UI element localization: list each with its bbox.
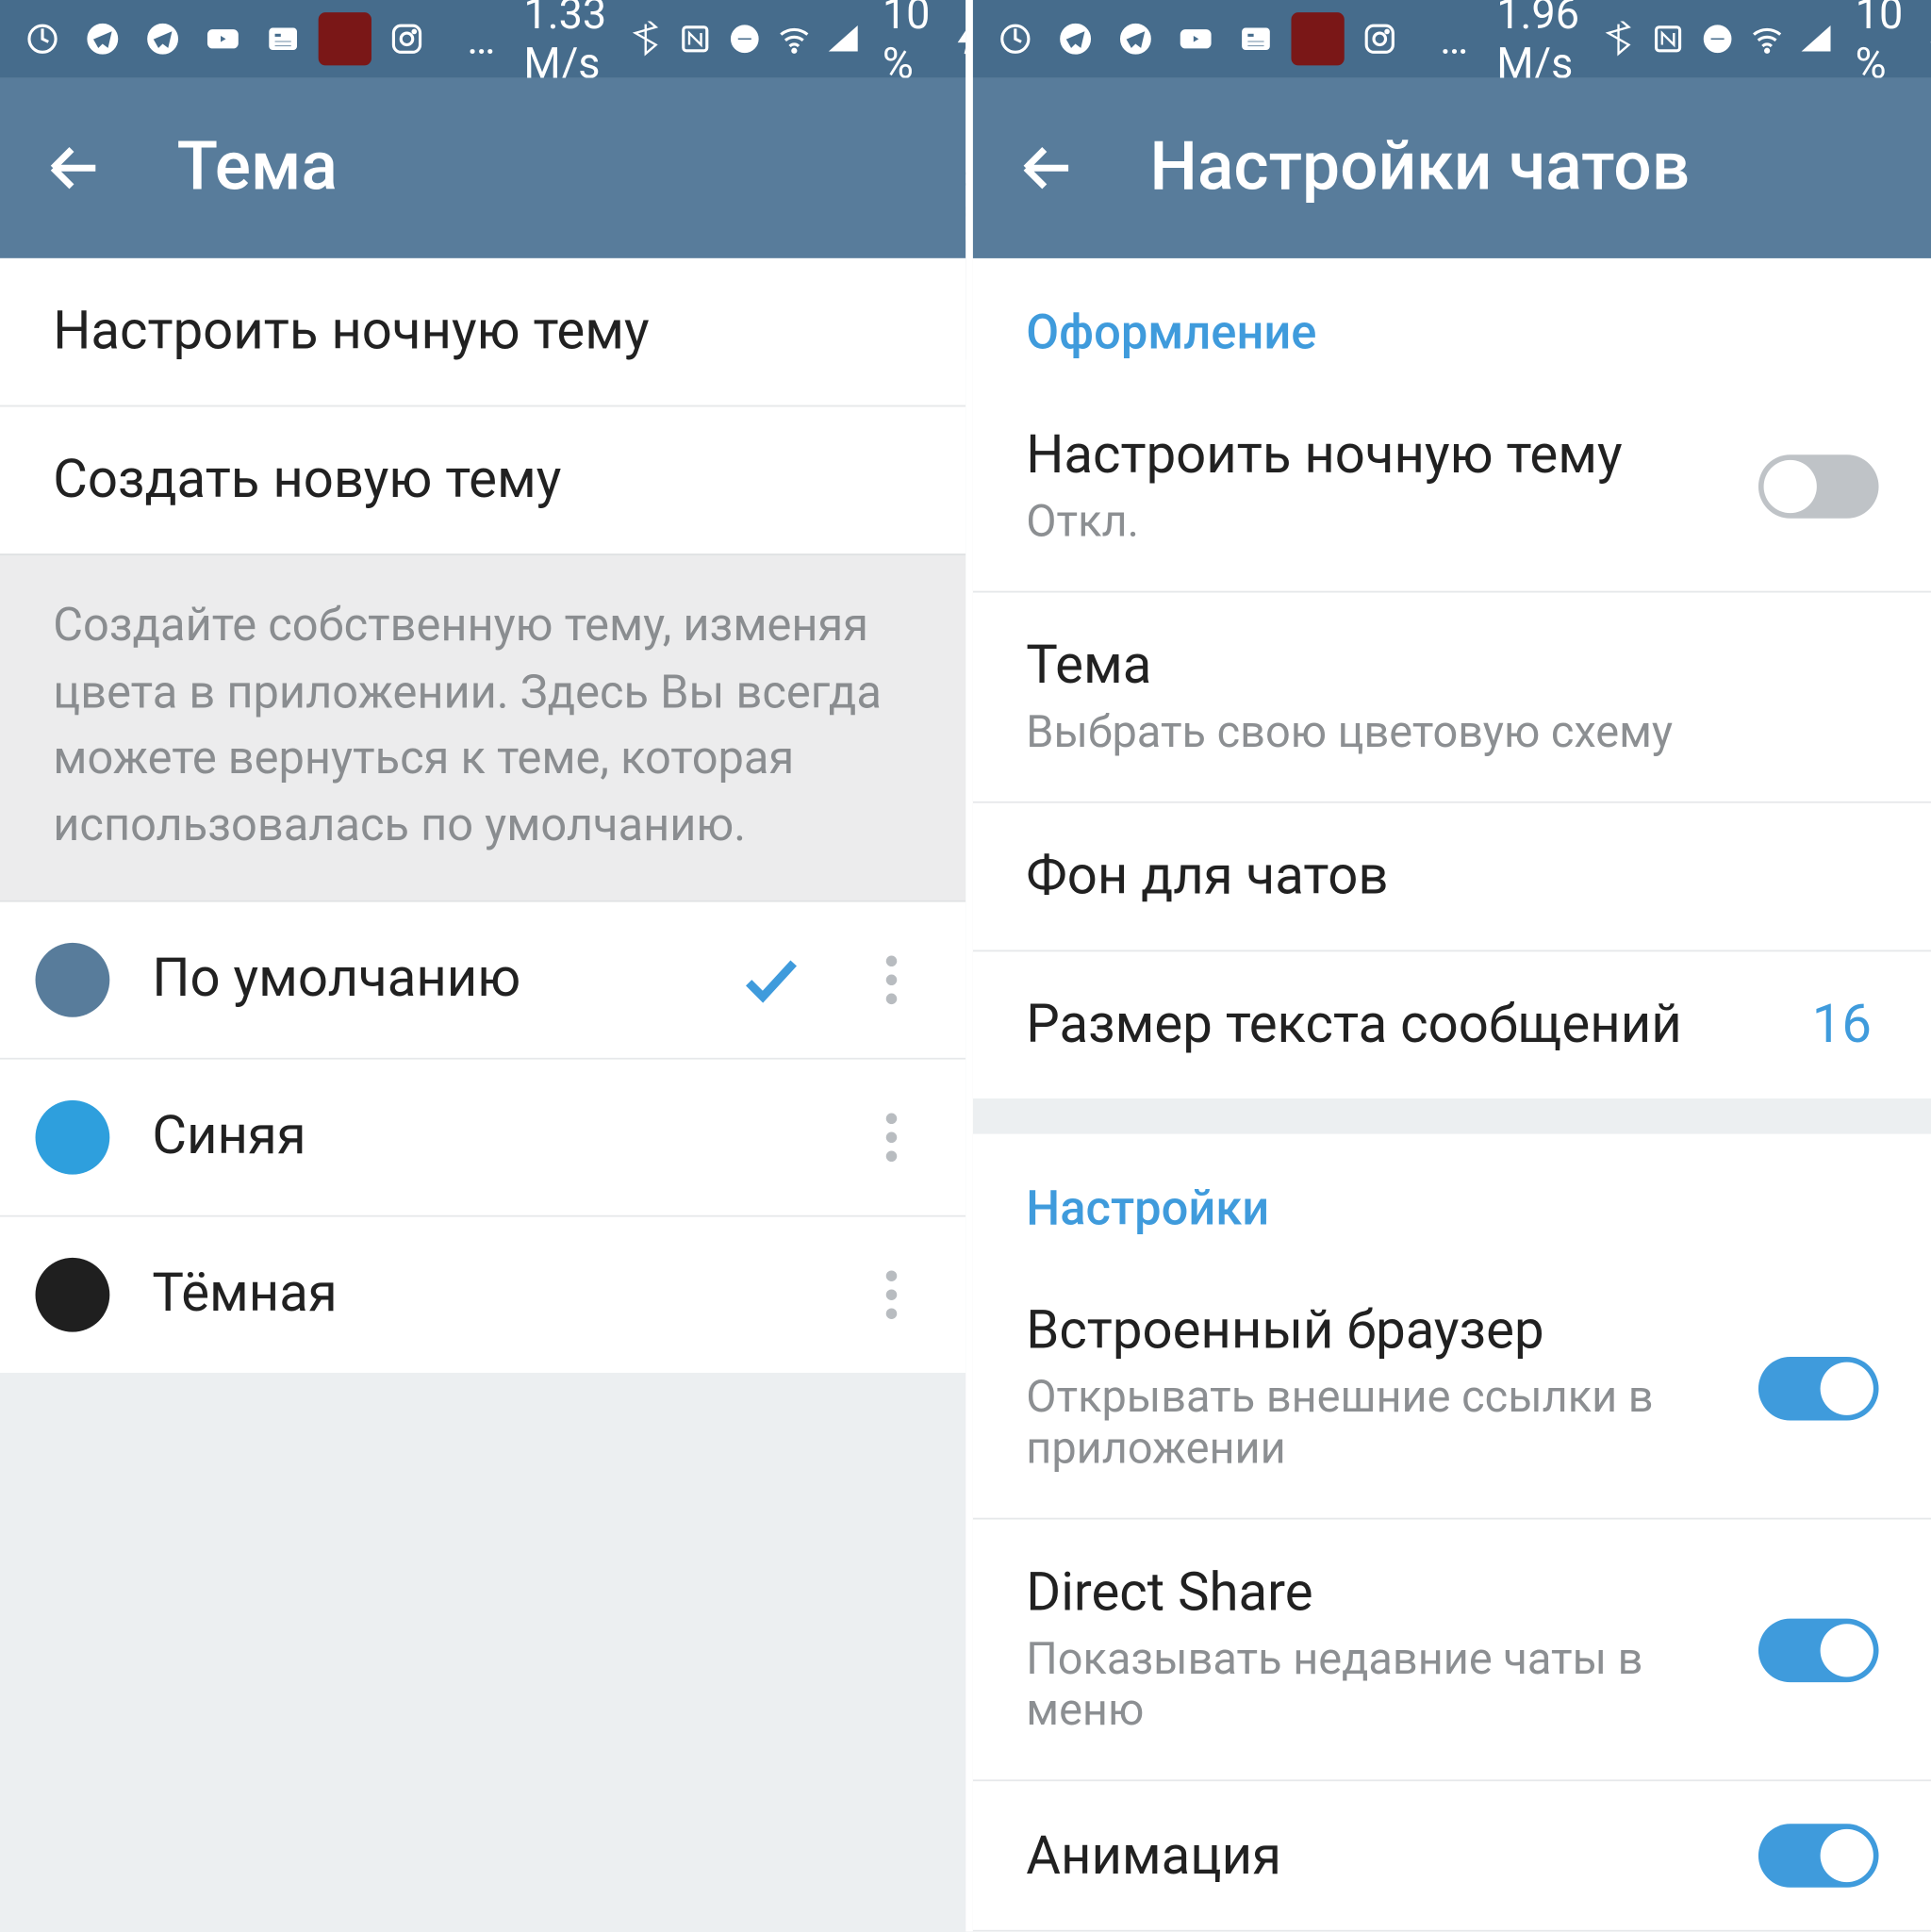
row-label: Анимация [1026,1825,1716,1887]
create-new-theme[interactable]: Создать новую тему [0,406,966,553]
section-gap [973,1098,1931,1134]
night-theme-toggle[interactable] [1758,454,1879,519]
color-swatch [36,1257,110,1331]
telegram-icon-2 [138,14,188,64]
row-label: Настроить ночную тему [53,301,913,363]
theme-row-default[interactable]: По умолчанию [0,901,966,1059]
row-sub: Откл. [1026,497,1716,548]
direct-share-row[interactable]: Direct Share Показывать недавние чаты в … [973,1519,1931,1781]
app-badge-icon [319,12,371,65]
row-label: Direct Share [1026,1562,1716,1625]
content: Настроить ночную тему Создать новую тему… [0,258,966,1932]
status-tray-left [991,12,1405,65]
theme-label: Синяя [152,1106,810,1168]
nfc-icon [1650,14,1686,64]
telegram-icon [1050,14,1100,64]
app-bar: Тема [0,78,966,258]
dnd-icon [1700,14,1736,64]
net-speed: 1.96 M/s [1496,0,1579,89]
wifi-icon [1749,14,1785,64]
arrow-left-icon [1015,136,1080,200]
screen-chat-settings: … 1.96 M/s 10 % 22:26 Настройки чатов Оф… [966,0,1931,1932]
theme-row-blue[interactable]: Синяя [0,1059,966,1216]
screen-theme: … 1.33 M/s 10 % 22:26 Тема Настроить ноч… [0,0,966,1932]
animation-row[interactable]: Анимация [973,1781,1931,1931]
message-text-size-row[interactable]: Размер текста сообщений 16 [973,951,1931,1098]
theme-row[interactable]: Тема Выбрать свою цветовую схему [973,592,1931,802]
direct-share-toggle[interactable] [1758,1618,1879,1682]
helper-text: Создайте собственную тему, изменяя цвета… [0,553,966,901]
status-more-icon: … [467,14,495,64]
dnd-icon [727,14,763,64]
signal-icon [1799,14,1835,64]
back-button[interactable] [1008,129,1086,207]
row-label: Создать новую тему [53,450,913,512]
builtin-browser-toggle[interactable] [1758,1356,1879,1420]
news-icon [1231,14,1281,64]
row-sub: Открывать внешние ссылки в приложении [1026,1373,1716,1476]
row-sub: Показывать недавние чаты в меню [1026,1634,1716,1737]
bluetooth-icon [628,14,664,64]
tiktok-icon [18,14,68,64]
net-speed: 1.33 M/s [523,0,606,89]
back-button[interactable] [36,129,114,207]
battery-pct: 10 % [883,0,931,89]
bluetooth-icon [1601,14,1637,64]
page-title: Настройки чатов [1149,129,1690,207]
app-bar: Настройки чатов [973,78,1931,258]
color-swatch [36,1099,110,1174]
status-tray-left [18,12,432,65]
theme-label: Тёмная [152,1263,810,1326]
app-badge-icon [1291,12,1344,65]
row-label: Встроенный браузер [1026,1300,1716,1362]
theme-row-dark[interactable]: Тёмная [0,1216,966,1372]
section-header-settings: Настройки [973,1134,1931,1258]
more-vert-icon[interactable] [852,1255,931,1333]
row-label: Размер текста сообщений [1026,994,1769,1056]
news-icon [258,14,308,64]
tiktok-icon [991,14,1041,64]
wifi-icon [776,14,812,64]
telegram-icon-2 [1111,14,1161,64]
chat-background-row[interactable]: Фон для чатов [973,803,1931,952]
charging-icon [1924,14,1931,64]
row-label: Фон для чатов [1026,846,1878,908]
night-theme-row[interactable]: Настроить ночную тему Откл. [973,382,1931,592]
theme-label: По умолчанию [152,949,689,1011]
instagram-icon [1355,14,1405,64]
section-header-appearance: Оформление [973,258,1931,382]
color-swatch [36,942,110,1016]
page-title: Тема [177,129,338,207]
signal-icon [826,14,862,64]
instagram-icon [382,14,432,64]
text-size-value: 16 [1812,994,1879,1056]
status-bar: … 1.33 M/s 10 % 22:26 [0,0,966,78]
status-more-icon: … [1440,14,1468,64]
builtin-browser-row[interactable]: Встроенный браузер Открывать внешние ссы… [973,1258,1931,1520]
arrow-left-icon [42,136,107,200]
more-vert-icon[interactable] [852,1098,931,1177]
content: Оформление Настроить ночную тему Откл. Т… [973,258,1931,1932]
status-bar: … 1.96 M/s 10 % 22:26 [973,0,1931,78]
animation-toggle[interactable] [1758,1824,1879,1888]
row-sub: Выбрать свою цветовую схему [1026,707,1878,758]
telegram-icon [78,14,128,64]
charging-icon [951,14,966,64]
youtube-icon [1171,14,1221,64]
battery-pct: 10 % [1856,0,1904,89]
row-label: Настроить ночную тему [1026,424,1716,487]
row-label: Тема [1026,635,1878,697]
more-vert-icon[interactable] [852,941,931,1019]
nfc-icon [677,14,713,64]
youtube-icon [198,14,248,64]
check-icon [733,941,811,1019]
configure-night-theme[interactable]: Настроить ночную тему [0,258,966,407]
